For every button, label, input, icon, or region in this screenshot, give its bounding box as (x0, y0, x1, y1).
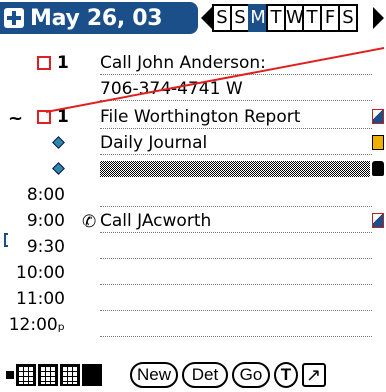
time-slot[interactable]: 9:30 (0, 234, 386, 260)
menu-plus-icon[interactable] (4, 8, 24, 28)
row-divider (100, 100, 372, 101)
task-row[interactable]: 1 File Worthington Report (0, 104, 386, 130)
appointment-title[interactable]: Call JAcworth (100, 208, 211, 234)
date-title-button[interactable]: May 26, 03 (0, 2, 198, 34)
row-divider (100, 206, 372, 207)
task-row[interactable]: 1 Call John Anderson: (0, 50, 386, 76)
row-divider (100, 74, 372, 75)
task-checkbox[interactable] (37, 56, 51, 70)
row-divider (100, 128, 372, 129)
day-thu[interactable]: T (302, 4, 322, 32)
day-sat[interactable]: S (338, 4, 358, 32)
task-priority: 1 (57, 107, 69, 127)
masked-private-event[interactable] (100, 161, 370, 177)
view-switcher (6, 364, 104, 386)
alarm-icon[interactable] (372, 135, 384, 150)
note-icon[interactable] (372, 213, 384, 228)
time-label: 9:30 (26, 237, 65, 257)
row-divider (100, 310, 372, 311)
event-diamond-icon (52, 136, 65, 149)
task-title[interactable]: Call John Anderson: (100, 50, 266, 76)
task-title[interactable]: File Worthington Report (100, 104, 300, 130)
time-slot[interactable]: 12:00ₚ (0, 312, 386, 338)
event-diamond-icon (52, 162, 65, 175)
go-button[interactable]: Go (232, 362, 270, 388)
note-icon[interactable] (372, 109, 384, 124)
task-detail-row[interactable]: 706-374-4741 W (0, 76, 386, 102)
next-week-arrow-icon[interactable] (373, 7, 384, 29)
task-detail[interactable]: 706-374-4741 W (100, 76, 243, 102)
time-slot[interactable]: 9:00 ✆ Call JAcworth (0, 208, 386, 234)
untimed-event-row[interactable] (0, 156, 386, 182)
day-wed[interactable]: W (284, 4, 304, 32)
month-view-icon[interactable] (38, 364, 58, 386)
day-mon[interactable]: M (248, 4, 268, 32)
time-label: 9:00 (26, 211, 65, 231)
expand-icon[interactable] (302, 363, 326, 387)
phone-icon: ✆ (82, 212, 97, 232)
day-sun[interactable]: S (212, 4, 232, 32)
row-divider (100, 258, 372, 259)
day-tue[interactable]: T (266, 4, 286, 32)
day-fri[interactable]: F (320, 4, 340, 32)
row-divider (100, 154, 372, 155)
time-label: 11:00 (16, 289, 65, 309)
row-divider (100, 232, 372, 233)
todo-toggle-button[interactable]: T (274, 362, 298, 388)
details-button[interactable]: Det (182, 362, 228, 388)
time-label: 8:00 (26, 185, 65, 205)
task-checkbox[interactable] (37, 110, 51, 124)
day-sun-2[interactable]: S (230, 4, 250, 32)
year-view-icon[interactable] (60, 364, 80, 386)
untimed-event-row[interactable]: Daily Journal (0, 130, 386, 156)
bottom-toolbar: New Det Go T (0, 358, 386, 392)
time-label: 10:00 (16, 263, 65, 283)
week-day-selector: S S M T W T F S (212, 4, 358, 32)
header-bar: May 26, 03 S S M T W T F S (0, 0, 386, 38)
time-label: 12:00ₚ (8, 315, 65, 335)
day-view-icon[interactable] (82, 364, 102, 386)
time-slot[interactable]: 8:00 (0, 182, 386, 208)
date-label: May 26, 03 (30, 5, 163, 31)
task-priority: 1 (57, 53, 69, 73)
week-view-icon[interactable] (16, 364, 36, 386)
row-divider (100, 336, 372, 337)
prev-week-arrow-icon[interactable] (201, 7, 212, 29)
row-divider (100, 284, 372, 285)
event-title[interactable]: Daily Journal (100, 130, 207, 156)
bullet-icon (6, 371, 14, 379)
time-slot[interactable]: 11:00 (0, 286, 386, 312)
lock-icon (372, 161, 384, 176)
time-slot[interactable]: 10:00 (0, 260, 386, 286)
new-button[interactable]: New (130, 362, 178, 388)
